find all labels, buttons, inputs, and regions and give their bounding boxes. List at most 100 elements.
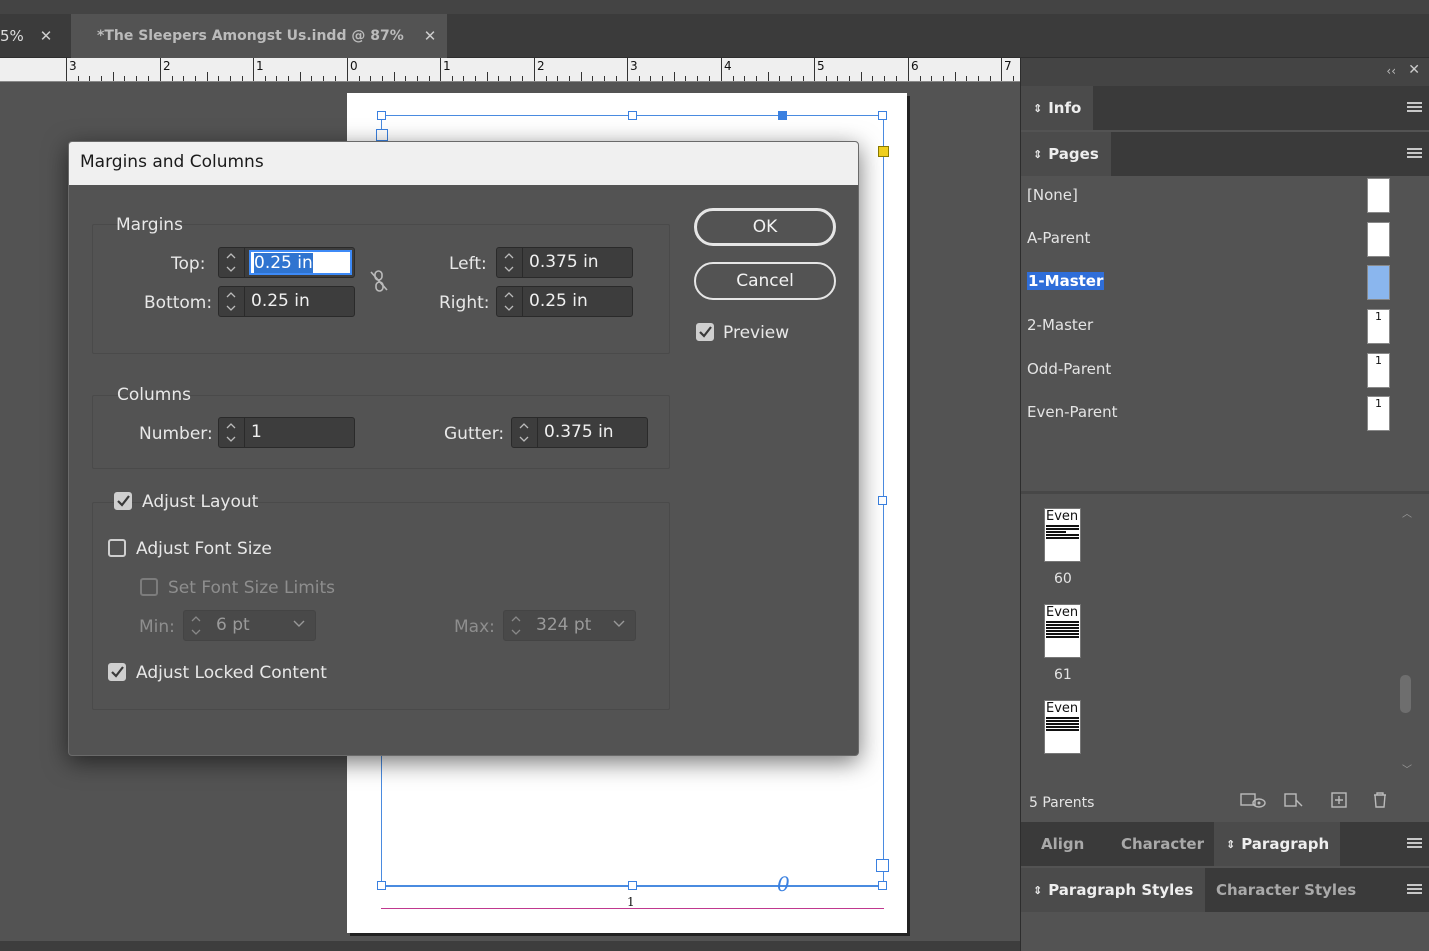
page-thumbnail[interactable]: Even [1044,700,1081,754]
max-value[interactable]: 324 pt [536,615,591,635]
chevron-up-icon[interactable] [519,421,529,431]
max-stepper[interactable] [504,611,530,640]
parent-item-a-parent[interactable]: A-Parent [1027,229,1090,247]
parent-item-odd-parent[interactable]: Odd-Parent [1027,360,1111,378]
top-margin-field[interactable]: 0.25 in [218,247,355,278]
tab-paragraph-styles[interactable]: ⇕ Paragraph Styles [1021,868,1206,912]
unlink-icon[interactable] [367,268,391,294]
parent-thumbnail[interactable] [1367,265,1390,300]
frame-handle[interactable] [876,859,889,872]
chevron-down-icon[interactable] [511,627,521,637]
min-stepper[interactable] [184,611,210,640]
top-margin-value[interactable]: 0.25 in [249,250,352,275]
tab-align[interactable]: Align [1029,822,1096,866]
chevron-up-icon[interactable] [226,251,236,261]
parent-item-1-master[interactable]: 1-Master [1027,272,1105,290]
close-icon[interactable]: ✕ [1408,62,1420,78]
chevron-down-icon[interactable] [226,264,236,274]
horizontal-ruler[interactable]: 3 2 1 0 1 2 3 4 5 6 7 [0,58,1020,82]
right-margin-value[interactable]: 0.25 in [529,291,588,311]
columns-number-field[interactable]: 1 [218,417,355,448]
panel-menu-icon[interactable] [1407,836,1422,850]
scroll-down-icon[interactable]: ﹀ [1402,761,1412,776]
chevron-down-icon[interactable] [226,303,236,313]
chevron-up-icon[interactable] [226,290,236,300]
parent-thumbnail[interactable] [1367,222,1390,257]
left-stepper[interactable] [497,248,523,277]
frame-handle[interactable] [376,129,388,141]
frame-handle[interactable] [878,111,887,120]
dropdown-chevron-icon[interactable] [293,617,305,629]
panel-menu-icon[interactable] [1407,882,1422,896]
tab-character[interactable]: Character [1109,822,1216,866]
gutter-field[interactable]: 0.375 in [511,417,648,448]
left-margin-field[interactable]: 0.375 in [496,247,633,278]
tab-paragraph[interactable]: ⇕ Paragraph [1214,822,1340,866]
tab-active-document[interactable]: *The Sleepers Amongst Us.indd @ 87% ✕ [71,14,447,58]
columns-number-value[interactable]: 1 [251,422,262,442]
frame-handle[interactable] [628,111,637,120]
chevron-down-icon[interactable] [226,434,236,444]
chevron-down-icon[interactable] [519,434,529,444]
chevron-up-icon[interactable] [504,251,514,261]
chevron-up-icon[interactable] [226,421,236,431]
collapse-icon[interactable]: ‹‹ [1386,64,1396,78]
preview-checkbox[interactable] [696,323,714,341]
panel-menu-icon[interactable] [1407,100,1422,114]
min-value[interactable]: 6 pt [216,615,250,635]
page-thumbnail[interactable]: Even [1044,508,1081,562]
close-icon[interactable]: ✕ [40,27,53,45]
tab-character-styles[interactable]: Character Styles [1204,868,1368,912]
parent-thumbnail[interactable]: 1 [1367,396,1390,431]
parent-item-none[interactable]: [None] [1027,186,1078,204]
bottom-margin-field[interactable]: 0.25 in [218,286,355,317]
top-stepper[interactable] [219,248,245,277]
chevron-up-icon[interactable] [191,614,201,624]
adjust-font-size-checkbox[interactable] [108,539,126,557]
right-stepper[interactable] [497,287,523,316]
tab-previous-document[interactable]: 5% ✕ [0,14,70,58]
min-font-size-select[interactable]: 6 pt [183,610,316,641]
gutter-value[interactable]: 0.375 in [544,422,614,442]
parent-item-2-master[interactable]: 2-Master [1027,316,1093,334]
pages-scrollbar[interactable]: ︿ ﹀ [1398,503,1414,778]
chevron-down-icon[interactable] [191,627,201,637]
gutter-stepper[interactable] [512,418,538,447]
close-icon[interactable]: ✕ [424,27,437,45]
dropdown-chevron-icon[interactable] [613,617,625,629]
cancel-button[interactable]: Cancel [694,262,836,300]
scrollbar-thumb[interactable] [1400,675,1411,713]
new-page-icon[interactable] [1328,791,1350,809]
number-stepper[interactable] [219,418,245,447]
chevron-up-icon[interactable] [504,290,514,300]
chevron-down-icon[interactable] [504,264,514,274]
adjust-layout-checkbox[interactable] [114,492,132,510]
parent-item-even-parent[interactable]: Even-Parent [1027,403,1118,421]
page-thumbnail[interactable]: Even [1044,604,1081,658]
parent-thumbnail[interactable]: 1 [1367,353,1390,388]
frame-handle[interactable] [377,111,386,120]
frame-handle[interactable] [377,881,386,890]
parent-thumbnail[interactable] [1367,178,1390,213]
panel-menu-icon[interactable] [1407,146,1422,160]
scroll-up-icon[interactable]: ︿ [1402,505,1412,520]
page-size-icon[interactable] [1282,791,1304,809]
adjust-locked-checkbox[interactable] [108,663,126,681]
frame-handle[interactable] [878,496,887,505]
frame-handle[interactable] [628,881,637,890]
parent-thumbnail[interactable]: 1 [1367,309,1390,344]
left-margin-value[interactable]: 0.375 in [529,252,599,272]
tab-info[interactable]: ⇕ Info [1021,86,1094,130]
panel-splitter[interactable] [1021,491,1429,494]
frame-handle[interactable] [778,111,787,120]
ok-button[interactable]: OK [694,208,836,246]
bottom-margin-value[interactable]: 0.25 in [251,291,310,311]
chevron-down-icon[interactable] [504,303,514,313]
max-font-size-select[interactable]: 324 pt [503,610,636,641]
edit-page-size-icon[interactable] [1239,791,1267,809]
trash-icon[interactable] [1369,791,1391,809]
frame-handle[interactable] [878,881,887,890]
set-font-size-limits-checkbox[interactable] [140,578,158,596]
frame-corner-yellow[interactable] [878,146,889,157]
right-margin-field[interactable]: 0.25 in [496,286,633,317]
